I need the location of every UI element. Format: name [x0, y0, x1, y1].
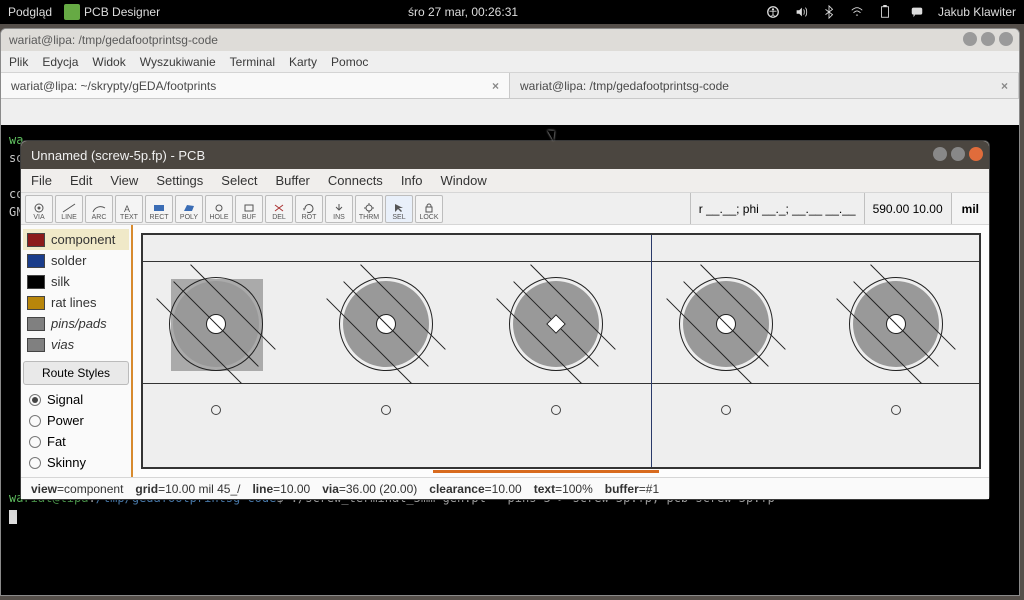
active-app[interactable]: PCB Designer — [64, 4, 160, 20]
pcb-menu-buffer[interactable]: Buffer — [275, 173, 309, 188]
terminal-tabs: wariat@lipa: ~/skrypty/gEDA/footprints ×… — [1, 73, 1019, 99]
pcb-titlebar[interactable]: Unnamed (screw-5p.fp) - PCB — [21, 141, 989, 169]
layer-ratlines[interactable]: rat lines — [23, 292, 129, 313]
close-button[interactable] — [999, 32, 1013, 46]
pcb-menu-view[interactable]: View — [110, 173, 138, 188]
terminal-titlebar[interactable]: wariat@lipa: /tmp/gedafootprintsg-code — [1, 29, 1019, 51]
menu-wyszukiwanie[interactable]: Wyszukiwanie — [140, 55, 216, 69]
tool-lock[interactable]: LOCK — [415, 195, 443, 223]
tool-thrm[interactable]: THRM — [355, 195, 383, 223]
pcb-minimize-button[interactable] — [933, 147, 947, 161]
route-fat[interactable]: Fat — [23, 431, 129, 452]
pcb-menu-info[interactable]: Info — [401, 173, 423, 188]
pcb-canvas-area[interactable] — [133, 225, 989, 477]
menu-terminal[interactable]: Terminal — [230, 55, 275, 69]
pcb-menu-settings[interactable]: Settings — [156, 173, 203, 188]
tool-text[interactable]: ATEXT — [115, 195, 143, 223]
pcb-menu-edit[interactable]: Edit — [70, 173, 92, 188]
pcb-zoom-readout: 590.00 10.00 — [864, 193, 951, 224]
pcb-menu-file[interactable]: File — [31, 173, 52, 188]
layer-silk[interactable]: silk — [23, 271, 129, 292]
silk-hole — [381, 405, 391, 415]
pcb-menubar: File Edit View Settings Select Buffer Co… — [21, 169, 989, 193]
tool-del[interactable]: DEL — [265, 195, 293, 223]
tool-rect[interactable]: RECT — [145, 195, 173, 223]
tool-hole[interactable]: HOLE — [205, 195, 233, 223]
pcb-menu-select[interactable]: Select — [221, 173, 257, 188]
pcb-toolbar: VIA LINE ARC ATEXT RECT POLY HOLE BUF DE… — [21, 195, 447, 223]
menu-pomoc[interactable]: Pomoc — [331, 55, 368, 69]
tool-buf[interactable]: BUF — [235, 195, 263, 223]
layer-component[interactable]: component — [23, 229, 129, 250]
pcb-coord-readout: r __.__; phi __._; __.__ __.__ — [690, 193, 864, 224]
layer-pinspads[interactable]: pins/pads — [23, 313, 129, 334]
svg-text:A: A — [124, 204, 130, 213]
tool-line[interactable]: LINE — [55, 195, 83, 223]
route-signal[interactable]: Signal — [23, 389, 129, 410]
menu-widok[interactable]: Widok — [92, 55, 125, 69]
pcb-close-button[interactable] — [969, 147, 983, 161]
terminal-menubar: Plik Edycja Widok Wyszukiwanie Terminal … — [1, 51, 1019, 73]
silk-hole — [891, 405, 901, 415]
layer-vias[interactable]: vias — [23, 334, 129, 355]
pcb-canvas[interactable] — [141, 233, 981, 469]
silk-hole — [721, 405, 731, 415]
tool-ins[interactable]: INS — [325, 195, 353, 223]
pcb-pad-5[interactable] — [853, 281, 939, 367]
tool-sel[interactable]: SEL — [385, 195, 413, 223]
activities-label[interactable]: Podgląd — [8, 5, 52, 19]
silk-hole — [551, 405, 561, 415]
route-skinny[interactable]: Skinny — [23, 452, 129, 473]
terminal-cursor — [9, 510, 17, 524]
panel-clock[interactable]: śro 27 mar, 00:26:31 — [160, 5, 766, 19]
tool-arc[interactable]: ARC — [85, 195, 113, 223]
gnome-panel: Podgląd PCB Designer śro 27 mar, 00:26:3… — [0, 0, 1024, 24]
pcb-designer-icon — [64, 4, 80, 20]
tool-via[interactable]: VIA — [25, 195, 53, 223]
menu-karty[interactable]: Karty — [289, 55, 317, 69]
pcb-pad-3[interactable] — [513, 281, 599, 367]
silk-hole — [211, 405, 221, 415]
tool-rot[interactable]: ROT — [295, 195, 323, 223]
terminal-tab-2[interactable]: wariat@lipa: /tmp/gedafootprintsg-code × — [510, 73, 1019, 98]
wifi-icon[interactable] — [850, 5, 864, 19]
pcb-pad-1[interactable] — [173, 281, 259, 367]
layer-solder[interactable]: solder — [23, 250, 129, 271]
maximize-button[interactable] — [981, 32, 995, 46]
menu-edycja[interactable]: Edycja — [42, 55, 78, 69]
pcb-sidebar: component solder silk rat lines pins/pad… — [21, 225, 133, 477]
minimize-button[interactable] — [963, 32, 977, 46]
menu-plik[interactable]: Plik — [9, 55, 28, 69]
battery-icon[interactable] — [878, 5, 892, 19]
pcb-menu-window[interactable]: Window — [441, 173, 487, 188]
pcb-unit-toggle[interactable]: mil — [951, 193, 989, 224]
pcb-menu-connects[interactable]: Connects — [328, 173, 383, 188]
terminal-tab-1[interactable]: wariat@lipa: ~/skrypty/gEDA/footprints × — [1, 73, 510, 98]
volume-icon[interactable] — [794, 5, 808, 19]
tab-close-icon[interactable]: × — [492, 79, 499, 93]
tool-poly[interactable]: POLY — [175, 195, 203, 223]
route-styles-button[interactable]: Route Styles — [23, 361, 129, 385]
pcb-pad-4[interactable] — [683, 281, 769, 367]
pcb-pad-2[interactable] — [343, 281, 429, 367]
tab-close-icon[interactable]: × — [1001, 79, 1008, 93]
chat-icon[interactable] — [910, 5, 924, 19]
pcb-maximize-button[interactable] — [951, 147, 965, 161]
bluetooth-icon[interactable] — [822, 5, 836, 19]
route-power[interactable]: Power — [23, 410, 129, 431]
accessibility-icon[interactable] — [766, 5, 780, 19]
panel-username[interactable]: Jakub Klawiter — [938, 5, 1016, 19]
pcb-statusbar: view=component grid=10.00 mil 45_/ line=… — [21, 477, 989, 499]
pcb-window: Unnamed (screw-5p.fp) - PCB File Edit Vi… — [20, 140, 990, 500]
